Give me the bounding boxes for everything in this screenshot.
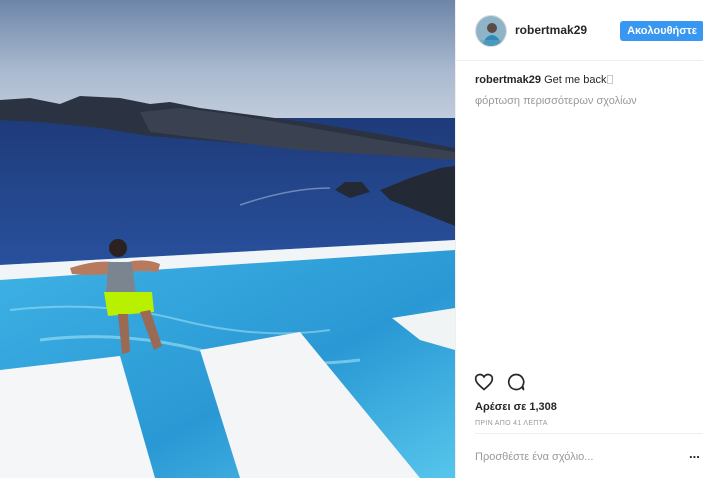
caption-text: Get me back: [541, 74, 607, 86]
heart-icon[interactable]: [474, 372, 494, 392]
comments-section: robertmak29 Get me back φόρτωση περισσότ…: [475, 73, 690, 108]
follow-button[interactable]: Ακολουθήστε: [620, 21, 703, 41]
emoji-placeholder-icon: [607, 75, 614, 84]
caption-username[interactable]: robertmak29: [475, 74, 541, 86]
avatar[interactable]: [475, 15, 507, 47]
likes-count[interactable]: Αρέσει σε 1,308: [475, 401, 557, 413]
comment-icon[interactable]: [506, 372, 526, 392]
post-timestamp[interactable]: ΠΡΙΝ ΑΠΟ 41 ΛΕΠΤΑ: [475, 420, 548, 427]
load-more-comments-link[interactable]: φόρτωση περισσότερων σχολίων: [475, 94, 690, 108]
username[interactable]: robertmak29: [515, 23, 587, 37]
post-header: robertmak29 Ακολουθήστε: [456, 0, 703, 61]
post-photo[interactable]: [0, 0, 455, 478]
add-comment-section: ...: [475, 433, 703, 478]
post-sidebar: robertmak29 Ακολουθήστε robertmak29 Get …: [455, 0, 703, 478]
caption: robertmak29 Get me back: [475, 73, 690, 87]
comment-input[interactable]: [475, 447, 665, 467]
more-options-icon[interactable]: ...: [689, 447, 703, 463]
